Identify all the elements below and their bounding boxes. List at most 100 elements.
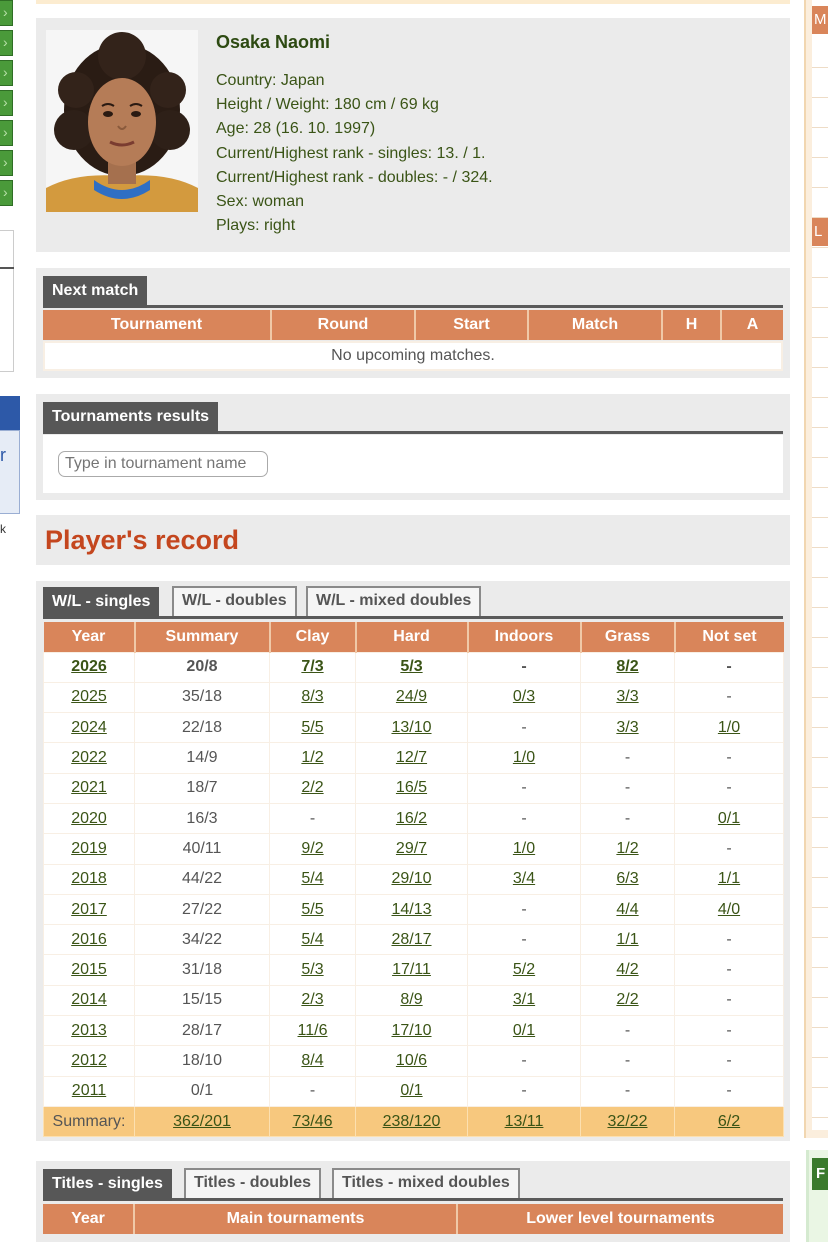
cell-clay[interactable]: 5/5 bbox=[269, 712, 356, 744]
cell-link[interactable]: 2026 bbox=[71, 658, 107, 675]
cell-link[interactable]: 4/2 bbox=[616, 961, 638, 978]
cell-year[interactable]: 2014 bbox=[43, 984, 135, 1017]
cell-hard[interactable]: 14/13 bbox=[355, 893, 468, 926]
tab-tournaments-results[interactable]: Tournaments results bbox=[43, 402, 219, 434]
cell-link[interactable]: 2/3 bbox=[301, 991, 323, 1008]
cell-link[interactable]: 1/0 bbox=[513, 749, 535, 766]
cell-link[interactable]: 12/7 bbox=[396, 749, 427, 766]
summary-summary[interactable]: 362/201 bbox=[134, 1105, 270, 1138]
cell-link[interactable]: 3/3 bbox=[616, 688, 638, 705]
cell-link[interactable]: 16/5 bbox=[396, 779, 427, 796]
cell-link[interactable]: 2015 bbox=[71, 961, 107, 978]
tab-titles-mixed-doubles[interactable]: Titles - mixed doubles bbox=[332, 1168, 520, 1198]
cell-link[interactable]: 4/4 bbox=[616, 901, 638, 918]
col-main-tournaments[interactable]: Main tournaments bbox=[135, 1204, 458, 1234]
cell-hard[interactable]: 16/5 bbox=[355, 772, 468, 804]
cell-link[interactable]: 29/7 bbox=[396, 840, 427, 857]
col-clay[interactable]: Clay bbox=[269, 622, 357, 652]
cell-link[interactable]: 11/6 bbox=[298, 1022, 328, 1039]
sidebar-blue-box[interactable]: r bbox=[0, 430, 20, 514]
cell-year[interactable]: 2012 bbox=[43, 1045, 135, 1077]
sidebar-arrow-button[interactable] bbox=[0, 150, 13, 176]
cell-link[interactable]: 3/3 bbox=[616, 719, 638, 736]
cell-not-set[interactable]: 1/0 bbox=[674, 712, 784, 744]
cell-hard[interactable]: 29/7 bbox=[355, 833, 468, 865]
cell-indoors[interactable]: 1/0 bbox=[467, 833, 581, 865]
cell-link[interactable]: 2018 bbox=[71, 870, 107, 887]
cell-link[interactable]: 5/4 bbox=[301, 931, 323, 948]
col-year[interactable]: Year bbox=[43, 1204, 135, 1234]
cell-link[interactable]: 2021 bbox=[71, 779, 107, 796]
cell-link[interactable]: 29/10 bbox=[391, 870, 431, 887]
cell-clay[interactable]: 8/4 bbox=[269, 1045, 356, 1077]
cell-link[interactable]: 2014 bbox=[71, 991, 107, 1008]
col-start[interactable]: Start bbox=[416, 310, 529, 340]
cell-clay[interactable]: 1/2 bbox=[269, 742, 356, 774]
cell-grass[interactable]: 4/4 bbox=[580, 893, 675, 926]
cell-year[interactable]: 2026 bbox=[43, 651, 135, 683]
cell-link[interactable]: 5/3 bbox=[400, 658, 422, 675]
cell-link[interactable]: 1/1 bbox=[718, 870, 740, 887]
cell-year[interactable]: 2018 bbox=[43, 863, 135, 895]
cell-year[interactable]: 2021 bbox=[43, 772, 135, 804]
col-indoors[interactable]: Indoors bbox=[467, 622, 582, 652]
cell-hard[interactable]: 17/10 bbox=[355, 1015, 468, 1047]
cell-grass[interactable]: 1/2 bbox=[580, 833, 675, 865]
cell-link[interactable]: 2/2 bbox=[301, 779, 323, 796]
cell-link[interactable]: 5/2 bbox=[513, 961, 535, 978]
cell-not-set[interactable]: 4/0 bbox=[674, 893, 784, 926]
cell-indoors[interactable]: 3/1 bbox=[467, 984, 581, 1017]
col-grass[interactable]: Grass bbox=[580, 622, 676, 652]
cell-grass[interactable]: 1/1 bbox=[580, 924, 675, 956]
cell-grass[interactable]: 2/2 bbox=[580, 984, 675, 1017]
cell-link[interactable]: 5/5 bbox=[301, 901, 323, 918]
cell-link[interactable]: 14/13 bbox=[391, 901, 431, 918]
cell-link[interactable]: 4/0 bbox=[718, 901, 740, 918]
cell-link[interactable]: 0/1 bbox=[718, 810, 740, 827]
col-hard[interactable]: Hard bbox=[355, 622, 469, 652]
cell-indoors[interactable]: 5/2 bbox=[467, 954, 581, 986]
cell-link[interactable]: 2025 bbox=[71, 688, 107, 705]
cell-link[interactable]: 1/0 bbox=[718, 719, 740, 736]
cell-hard[interactable]: 29/10 bbox=[355, 863, 468, 895]
tournament-search-input[interactable] bbox=[58, 451, 268, 477]
cell-link[interactable]: 2022 bbox=[71, 749, 107, 766]
cell-hard[interactable]: 17/11 bbox=[355, 954, 468, 986]
cell-link[interactable]: 0/1 bbox=[400, 1082, 422, 1099]
cell-clay[interactable]: 2/3 bbox=[269, 984, 356, 1017]
cell-link[interactable]: 5/3 bbox=[301, 961, 323, 978]
sidebar-arrow-button[interactable] bbox=[0, 90, 13, 116]
cell-link[interactable]: 8/3 bbox=[301, 688, 323, 705]
cell-link[interactable]: 2012 bbox=[71, 1052, 107, 1069]
cell-hard[interactable]: 0/1 bbox=[355, 1075, 468, 1107]
summary-hard[interactable]: 238/120 bbox=[355, 1105, 468, 1138]
cell-year[interactable]: 2020 bbox=[43, 802, 135, 835]
cell-hard[interactable]: 28/17 bbox=[355, 924, 468, 956]
cell-link[interactable]: 16/2 bbox=[396, 810, 427, 827]
tab-wl-mixed-doubles[interactable]: W/L - mixed doubles bbox=[306, 586, 482, 616]
cell-link[interactable]: 13/10 bbox=[391, 719, 431, 736]
cell-hard[interactable]: 16/2 bbox=[355, 802, 468, 835]
cell-link[interactable]: 1/1 bbox=[616, 931, 638, 948]
cell-link[interactable]: 8/2 bbox=[616, 658, 638, 675]
col-round[interactable]: Round bbox=[272, 310, 416, 340]
cell-year[interactable]: 2016 bbox=[43, 924, 135, 956]
cell-hard[interactable]: 24/9 bbox=[355, 681, 468, 714]
cell-hard[interactable]: 8/9 bbox=[355, 984, 468, 1017]
sidebar-arrow-button[interactable] bbox=[0, 0, 13, 26]
cell-indoors[interactable]: 3/4 bbox=[467, 863, 581, 895]
cell-link[interactable]: 1/0 bbox=[513, 840, 535, 857]
cell-link[interactable]: 2016 bbox=[71, 931, 107, 948]
sidebar-arrow-button[interactable] bbox=[0, 180, 13, 206]
tab-next-match[interactable]: Next match bbox=[43, 276, 148, 308]
cell-year[interactable]: 2017 bbox=[43, 893, 135, 926]
cell-grass[interactable]: 4/2 bbox=[580, 954, 675, 986]
cell-year[interactable]: 2025 bbox=[43, 681, 135, 714]
summary-link[interactable]: 32/22 bbox=[607, 1113, 647, 1130]
cell-link[interactable]: 8/9 bbox=[400, 991, 422, 1008]
cell-link[interactable]: 5/4 bbox=[301, 870, 323, 887]
cell-link[interactable]: 17/10 bbox=[391, 1022, 431, 1039]
summary-not-set[interactable]: 6/2 bbox=[674, 1105, 784, 1138]
cell-link[interactable]: 2/2 bbox=[616, 991, 638, 1008]
summary-link[interactable]: 13/11 bbox=[505, 1113, 544, 1130]
